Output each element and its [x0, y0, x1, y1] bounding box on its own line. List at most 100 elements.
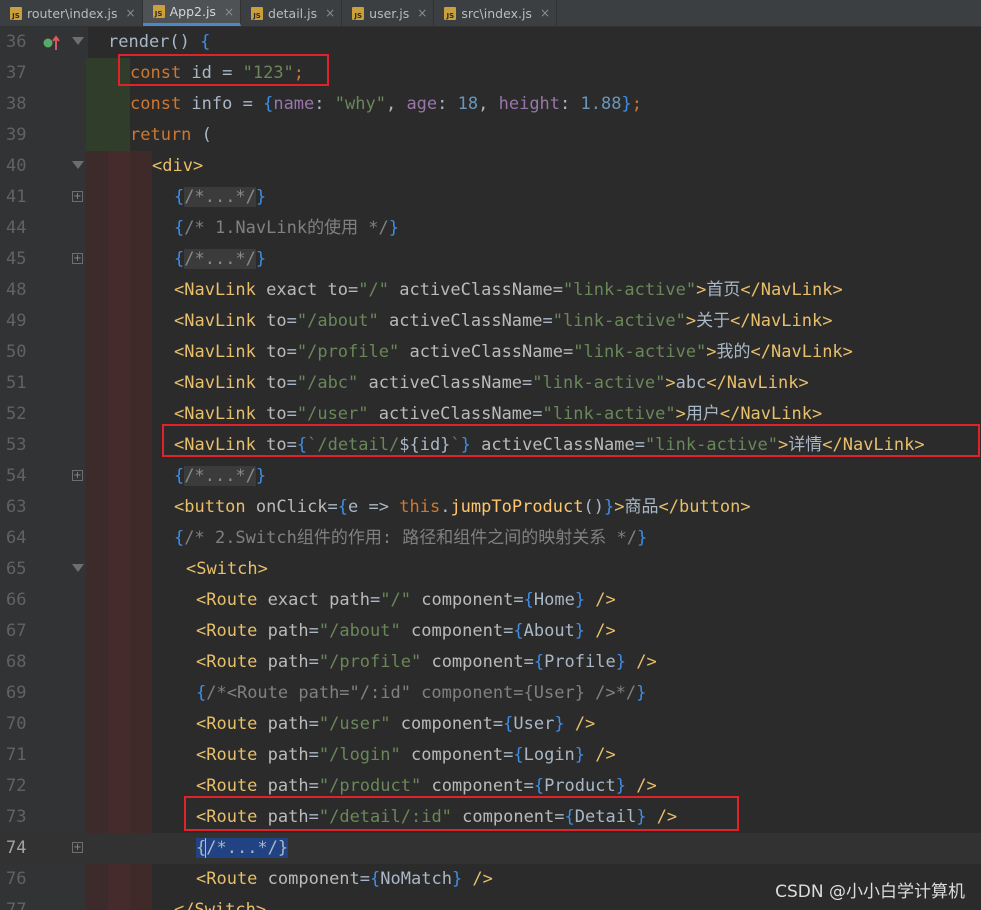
- code-text: {/* 2.Switch组件的作用: 路径和组件之间的映射关系 */}: [174, 523, 647, 554]
- tab-user-js[interactable]: JS user.js ×: [342, 0, 435, 26]
- code-token: 用户: [685, 404, 720, 424]
- code-token: activeClassName: [409, 342, 563, 362]
- collapse-fold-icon[interactable]: [72, 161, 84, 169]
- code-token: {: [174, 249, 185, 269]
- code-token: {: [174, 218, 185, 238]
- code-line[interactable]: 68 <Route path="/profile" component={Prof…: [0, 647, 981, 678]
- close-icon[interactable]: ×: [224, 5, 234, 19]
- code-token: component: [431, 652, 524, 672]
- code-line[interactable]: 63 <button onClick={e => this.jumpToProdu…: [0, 492, 981, 523]
- close-icon[interactable]: ×: [126, 6, 136, 20]
- code-line[interactable]: 38 const info = {name: "why", age: 18, he…: [0, 89, 981, 120]
- code-text: {/*...*/}: [174, 182, 266, 213]
- code-text: {/*<Route path="/:id" component={User} /…: [196, 678, 646, 709]
- expand-fold-icon[interactable]: +: [72, 191, 83, 202]
- line-number: 65: [6, 559, 27, 579]
- close-icon[interactable]: ×: [417, 6, 427, 20]
- code-token: return: [130, 125, 202, 145]
- code-token: 商品: [624, 497, 659, 517]
- code-token: {: [174, 528, 185, 548]
- code-text: </Switch>: [174, 895, 266, 910]
- code-token: =: [503, 621, 514, 641]
- code-line[interactable]: 40 <div>: [0, 151, 981, 182]
- line-number: 67: [6, 621, 27, 641]
- code-token: path: [267, 714, 309, 734]
- code-line[interactable]: 69 {/*<Route path="/:id" component={User}…: [0, 678, 981, 709]
- highlight-const-id: [118, 54, 329, 86]
- code-line[interactable]: 71 <Route path="/login" component={Login}…: [0, 740, 981, 771]
- code-token: (: [201, 125, 212, 145]
- code-token: =: [308, 745, 319, 765]
- code-token: =: [523, 652, 534, 672]
- code-line[interactable]: 50 <NavLink to="/profile" activeClassName…: [0, 337, 981, 368]
- code-token: 首页: [706, 280, 741, 300]
- code-line[interactable]: 64 {/* 2.Switch组件的作用: 路径和组件之间的映射关系 */}: [0, 523, 981, 554]
- code-token: /* 1.NavLink的使用 */: [184, 218, 389, 238]
- code-token: {: [174, 466, 185, 486]
- close-icon[interactable]: ×: [325, 6, 335, 20]
- code-line[interactable]: 67 <Route path="/about" component={About}…: [0, 616, 981, 647]
- code-line[interactable]: 45 + {/*...*/}: [0, 244, 981, 275]
- code-line[interactable]: 44 {/* 1.NavLink的使用 */}: [0, 213, 981, 244]
- code-token: =: [359, 869, 371, 889]
- code-token: to: [266, 404, 287, 424]
- code-token: <Route: [196, 590, 268, 610]
- code-token: }: [603, 497, 615, 517]
- tab-app2-js[interactable]: JS App2.js ×: [142, 0, 242, 26]
- code-line[interactable]: 51 <NavLink to="/abc" activeClassName="li…: [0, 368, 981, 399]
- code-token: }: [636, 683, 647, 703]
- overrides-method-icon[interactable]: [42, 33, 62, 53]
- code-token: "link-active": [563, 280, 697, 300]
- code-line[interactable]: 74 + {/*...*/}: [0, 833, 981, 864]
- tab-label: router\index.js: [27, 5, 118, 21]
- code-text: <NavLink to="/about" activeClassName="li…: [174, 306, 832, 337]
- javascript-file-icon: JS: [10, 6, 22, 20]
- code-line[interactable]: 54 + {/*...*/}: [0, 461, 981, 492]
- code-token: {: [263, 94, 274, 114]
- code-editor[interactable]: 36 render() {37 const id = "123"; 38 const i…: [0, 27, 981, 910]
- code-line[interactable]: 49 <NavLink to="/about" activeClassName="…: [0, 306, 981, 337]
- tab-detail-js[interactable]: JS detail.js ×: [241, 0, 343, 26]
- code-token: />: [574, 714, 596, 734]
- code-token: }: [255, 466, 267, 486]
- code-text: <NavLink to="/profile" activeClassName="…: [174, 337, 853, 368]
- line-number: 52: [6, 404, 27, 424]
- code-token: }: [615, 776, 637, 796]
- code-token: =: [503, 745, 514, 765]
- code-line[interactable]: 48 <NavLink exact to="/" activeClassName=…: [0, 275, 981, 306]
- code-token: /*...*/: [206, 838, 278, 858]
- collapse-fold-icon[interactable]: [72, 564, 84, 572]
- code-text: <button onClick={e => this.jumpToProduct…: [174, 492, 751, 523]
- line-number: 54: [6, 466, 27, 486]
- line-number: 36: [6, 32, 27, 52]
- code-token: "/about": [318, 621, 411, 641]
- code-token: (): [583, 497, 604, 517]
- code-token: }: [615, 652, 637, 672]
- code-line[interactable]: 66 <Route exact path="/" component={Home}…: [0, 585, 981, 616]
- code-text: <NavLink exact to="/" activeClassName="l…: [174, 275, 843, 306]
- code-text: {/*...*/}: [196, 833, 289, 864]
- code-token: exact: [266, 280, 328, 300]
- close-icon[interactable]: ×: [540, 6, 550, 20]
- code-text: {/*...*/}: [174, 244, 266, 275]
- code-line[interactable]: 65 <Switch>: [0, 554, 981, 585]
- tab-router-index-js[interactable]: JS router\index.js ×: [0, 0, 143, 26]
- code-line[interactable]: 39 return (: [0, 120, 981, 151]
- code-token: "/profile": [318, 652, 432, 672]
- expand-fold-icon[interactable]: +: [72, 253, 83, 264]
- code-token: <Switch>: [186, 559, 268, 579]
- code-token: 关于: [696, 311, 731, 331]
- collapse-fold-icon[interactable]: [72, 37, 84, 45]
- expand-fold-icon[interactable]: +: [72, 470, 83, 481]
- code-token: /* 2.Switch组件的作用: 路径和组件之间的映射关系 */: [184, 528, 638, 548]
- line-number: 37: [6, 63, 27, 83]
- code-token: /*...*/: [184, 187, 256, 207]
- code-line[interactable]: 70 <Route path="/user" component={User} /…: [0, 709, 981, 740]
- code-line[interactable]: 41 + {/*...*/}: [0, 182, 981, 213]
- code-token: </NavLink>: [740, 280, 843, 300]
- tab-src-index-js[interactable]: JS src\index.js ×: [434, 0, 557, 26]
- code-token: "/product": [318, 776, 432, 796]
- expand-fold-icon[interactable]: +: [72, 842, 83, 853]
- code-token: path: [267, 621, 309, 641]
- code-token: ,: [478, 94, 499, 114]
